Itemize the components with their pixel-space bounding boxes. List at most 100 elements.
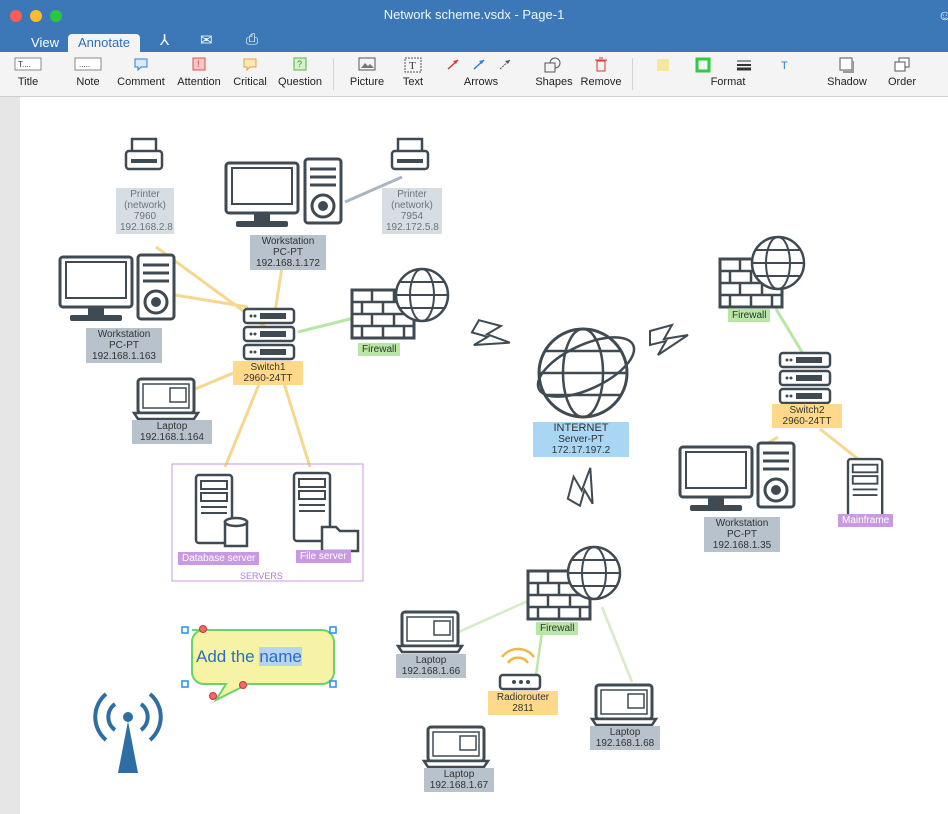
remove-tool[interactable]: Remove: [578, 52, 624, 96]
arrows-tool-label: Arrows: [463, 76, 499, 88]
order-tool[interactable]: Order: [882, 52, 922, 96]
firewall-label: Firewall: [358, 343, 401, 356]
comment-icon: [133, 57, 149, 74]
globe-icon[interactable]: [394, 267, 450, 323]
question-icon: ?: [292, 57, 308, 74]
shapes-tool-label: Shapes: [535, 76, 573, 88]
title-tool-label: Title: [17, 76, 39, 88]
control-point-handle[interactable]: [239, 681, 247, 689]
laptop-icon[interactable]: [422, 725, 490, 769]
switch-icon[interactable]: [778, 351, 832, 405]
shapes-icon: [543, 57, 565, 76]
tab-view[interactable]: View: [22, 34, 68, 52]
router-model: 2811: [512, 703, 534, 714]
drawing-canvas[interactable]: Printer (network) 7960 192.168.2.8 Print…: [20, 97, 948, 814]
svg-text:?: ?: [297, 59, 302, 69]
note-icon: .....: [74, 57, 102, 74]
shadow-tool-label: Shadow: [827, 76, 867, 88]
switch-model: 2960-24TT: [243, 373, 293, 384]
critical-icon: [242, 57, 258, 74]
resize-handle[interactable]: [329, 680, 337, 688]
text-icon: T: [404, 57, 422, 76]
note-tool[interactable]: ..... Note: [66, 52, 110, 96]
switch-icon[interactable]: [242, 307, 296, 361]
note-tool-label: Note: [76, 76, 100, 88]
laptop-ip: 192.168.1.67: [429, 780, 489, 791]
printer-sub: (network): [124, 200, 166, 211]
control-point-handle[interactable]: [209, 692, 217, 700]
window-title: Network scheme.vsdx - Page-1: [383, 7, 565, 22]
tab-bar: View Annotate ⅄ ✉ ⎙: [0, 31, 948, 52]
shadow-tool[interactable]: Shadow: [824, 52, 870, 96]
question-tool[interactable]: ? Question: [274, 52, 326, 96]
pc-tower-icon[interactable]: [303, 157, 343, 225]
laptop-icon[interactable]: [590, 683, 658, 727]
workstation-ip: 192.168.1.172: [256, 258, 320, 269]
critical-tool-label: Critical: [233, 76, 267, 88]
printer-sub: (network): [391, 200, 433, 211]
control-point-handle[interactable]: [199, 625, 207, 633]
printer-icon[interactable]: [390, 137, 430, 171]
laptop-name: Laptop: [156, 421, 188, 432]
comment-tool[interactable]: Comment: [114, 52, 168, 96]
print-icon[interactable]: ⎙: [246, 31, 258, 48]
printer-name: Printer: [130, 189, 160, 200]
callout-selected-text: name: [259, 647, 302, 666]
ribbon-divider: [333, 58, 334, 90]
globe-icon[interactable]: [566, 545, 622, 601]
callout-text-editor[interactable]: Add the name: [196, 647, 302, 667]
pc-tower-icon[interactable]: [136, 253, 176, 321]
globe-icon[interactable]: [750, 235, 806, 291]
sign-icon[interactable]: ⅄: [160, 31, 169, 49]
comment-tool-label: Comment: [117, 76, 165, 88]
laptop-icon[interactable]: [396, 610, 464, 654]
printer-name: Printer: [397, 189, 427, 200]
switch-label: Switch1 2960-24TT: [233, 361, 303, 385]
internet-globe-icon[interactable]: [530, 325, 643, 419]
order-icon: [893, 57, 911, 76]
monitor-icon[interactable]: [678, 445, 754, 513]
firewall-label: Firewall: [728, 309, 771, 322]
internet-ip: 172.17.197.2: [551, 445, 611, 456]
title-tool[interactable]: T.... Title: [8, 52, 48, 96]
workstation-model: PC-PT: [109, 340, 139, 351]
resize-handle[interactable]: [181, 626, 189, 634]
printer-icon[interactable]: [124, 137, 164, 171]
lightning-link-icon: [561, 461, 609, 512]
printer-model: 7954: [400, 211, 424, 222]
laptop-label: Laptop 192.168.1.164: [132, 420, 212, 444]
critical-tool[interactable]: Critical: [230, 52, 270, 96]
servers-group-label: SERVERS: [240, 571, 283, 581]
shapes-tool[interactable]: Shapes: [532, 52, 576, 96]
resize-handle[interactable]: [181, 680, 189, 688]
smiley-icon[interactable]: ☺: [938, 7, 948, 23]
laptop-name: Laptop: [609, 727, 641, 738]
arrows-tool[interactable]: Arrows: [440, 52, 522, 96]
switch-label: Switch2 2960-24TT: [772, 404, 842, 428]
radio-router-icon[interactable]: [498, 647, 542, 691]
svg-text:T: T: [781, 60, 788, 72]
laptop-icon[interactable]: [132, 377, 200, 421]
callout-text: Add the: [196, 647, 260, 666]
shadow-icon: [838, 57, 856, 76]
question-tool-label: Question: [277, 76, 323, 88]
picture-tool[interactable]: Picture: [342, 52, 392, 96]
workstation-name: Workstation: [261, 236, 315, 247]
resize-handle[interactable]: [329, 626, 337, 634]
workstation-name: Workstation: [97, 329, 151, 340]
workstation-label: Workstation PC-PT 192.168.1.35: [704, 517, 780, 552]
format-tool[interactable]: T Format: [648, 52, 808, 96]
monitor-icon[interactable]: [58, 255, 134, 323]
stamp-mail-icon[interactable]: ✉: [200, 31, 213, 49]
trash-icon: [594, 57, 608, 76]
pc-tower-icon[interactable]: [756, 441, 796, 509]
workstation-ip: 192.168.1.163: [92, 351, 156, 362]
text-tool[interactable]: T Text: [396, 52, 430, 96]
tab-annotate[interactable]: Annotate: [68, 34, 140, 52]
attention-tool[interactable]: ! Attention: [174, 52, 224, 96]
switch-name: Switch1: [250, 362, 286, 373]
workstation-model: PC-PT: [727, 529, 757, 540]
annotate-ribbon: T.... Title ..... Note Comment ! Attenti…: [0, 52, 948, 97]
wireless-antenna-icon[interactable]: [93, 692, 163, 773]
monitor-icon[interactable]: [224, 161, 300, 229]
